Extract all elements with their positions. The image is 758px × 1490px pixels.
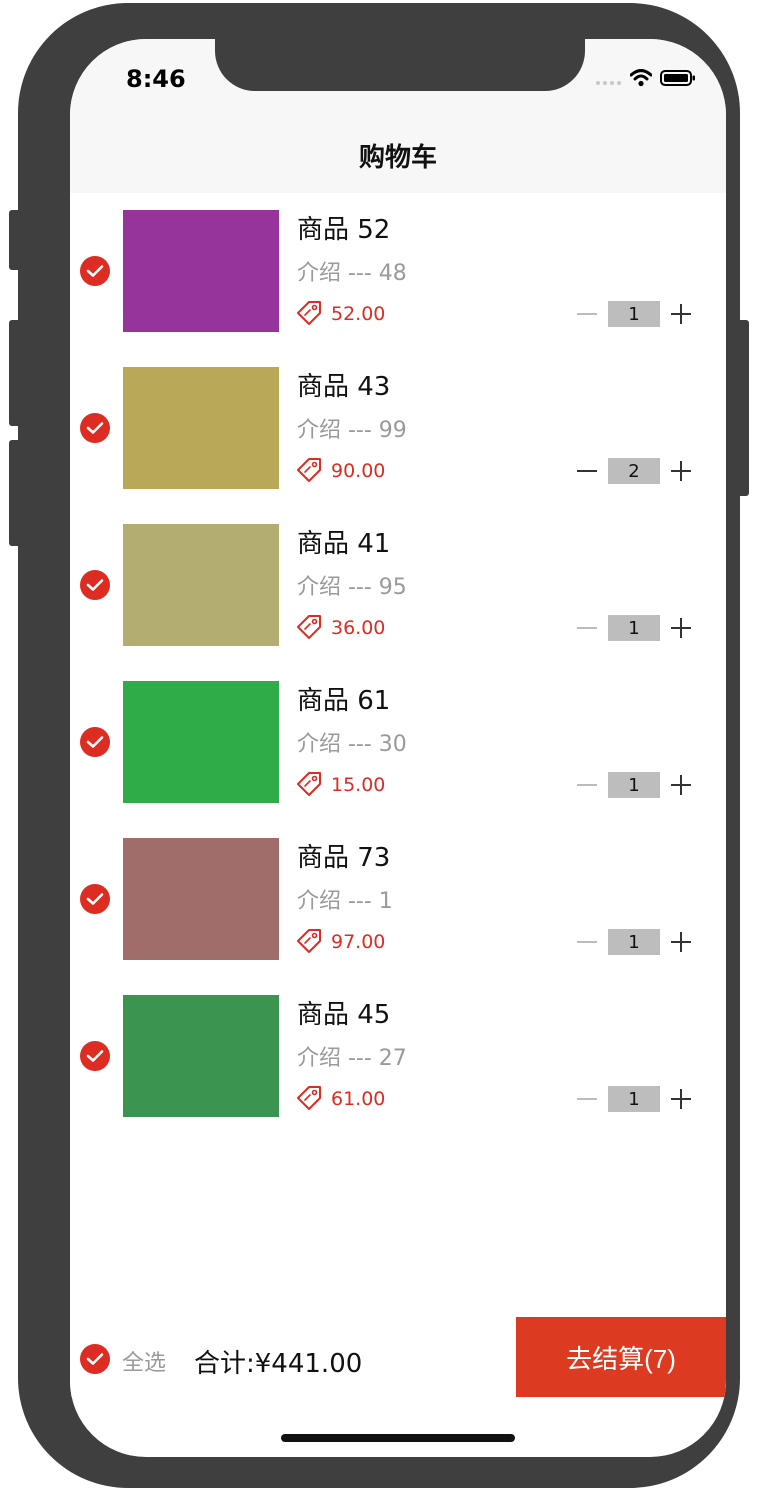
item-description: 介绍 --- 95 [297,575,407,600]
check-icon [86,893,104,905]
item-thumbnail[interactable] [123,995,279,1117]
item-thumbnail[interactable] [123,838,279,960]
check-icon [86,736,104,748]
minus-icon[interactable] [572,1086,602,1112]
quantity-stepper: 1 [572,301,696,327]
status-icons [596,69,696,91]
item-name: 商品 52 [297,215,391,245]
item-thumbnail[interactable] [123,210,279,332]
item-price: 90.00 [295,456,385,486]
quantity-value[interactable]: 1 [608,772,660,798]
check-icon [86,422,104,434]
item-checkbox[interactable] [80,727,110,757]
item-thumbnail[interactable] [123,681,279,803]
price-tag-icon [295,299,323,329]
select-all-checkbox[interactable] [80,1344,110,1374]
price-value: 52.00 [331,303,386,325]
quantity-value[interactable]: 1 [608,301,660,327]
item-name: 商品 41 [297,529,391,559]
cart-item: 商品 45 介绍 --- 27 61.00 1 [70,978,726,1135]
item-name: 商品 73 [297,843,391,873]
plus-icon[interactable] [666,772,696,798]
quantity-value[interactable]: 1 [608,929,660,955]
item-price: 97.00 [295,927,385,957]
quantity-stepper: 2 [572,458,696,484]
price-tag-icon [295,1084,323,1114]
check-icon [86,265,104,277]
bottom-bar: 全选 合计:¥441.00 去结算(7) [70,1317,726,1397]
battery-icon [660,69,696,91]
total-price: 合计:¥441.00 [194,1349,363,1379]
price-value: 97.00 [331,931,386,953]
item-checkbox[interactable] [80,413,110,443]
page-title: 购物车 [358,142,437,173]
item-name: 商品 45 [297,1000,391,1030]
minus-icon[interactable] [572,301,602,327]
item-description: 介绍 --- 48 [297,261,407,286]
notch [215,39,585,91]
wifi-icon [629,69,653,91]
check-icon [86,579,104,591]
item-name: 商品 61 [297,686,391,716]
cart-item: 商品 52 介绍 --- 48 52.00 1 [70,193,726,350]
phone-frame: 8:46 购物车 商品 52 介绍 --- 48 52.00 1 商品 43 介… [18,3,740,1488]
item-thumbnail[interactable] [123,524,279,646]
price-tag-icon [295,613,323,643]
price-value: 36.00 [331,617,386,639]
item-checkbox[interactable] [80,1041,110,1071]
checkout-button[interactable]: 去结算(7) [516,1317,726,1397]
item-checkbox[interactable] [80,570,110,600]
plus-icon[interactable] [666,458,696,484]
quantity-stepper: 1 [572,772,696,798]
price-tag-icon [295,770,323,800]
item-checkbox[interactable] [80,256,110,286]
item-price: 15.00 [295,770,385,800]
cart-list: 商品 52 介绍 --- 48 52.00 1 商品 43 介绍 --- 99 … [70,193,726,1135]
quantity-value[interactable]: 1 [608,1086,660,1112]
home-indicator [281,1434,515,1442]
select-all-label[interactable]: 全选 [122,1345,166,1377]
item-description: 介绍 --- 27 [297,1046,407,1071]
price-value: 15.00 [331,774,386,796]
signal-icon [596,71,622,90]
minus-icon[interactable] [572,929,602,955]
item-description: 介绍 --- 1 [297,889,393,914]
item-price: 52.00 [295,299,385,329]
status-time: 8:46 [126,65,186,93]
price-tag-icon [295,927,323,957]
item-checkbox[interactable] [80,884,110,914]
quantity-value[interactable]: 2 [608,458,660,484]
cart-item: 商品 43 介绍 --- 99 90.00 2 [70,350,726,507]
minus-icon[interactable] [572,458,602,484]
minus-icon[interactable] [572,772,602,798]
price-value: 61.00 [331,1088,386,1110]
price-tag-icon [295,456,323,486]
quantity-stepper: 1 [572,615,696,641]
price-value: 90.00 [331,460,386,482]
item-price: 36.00 [295,613,385,643]
item-thumbnail[interactable] [123,367,279,489]
item-description: 介绍 --- 30 [297,732,407,757]
check-icon [86,1353,104,1365]
plus-icon[interactable] [666,929,696,955]
item-description: 介绍 --- 99 [297,418,407,443]
screen: 8:46 购物车 商品 52 介绍 --- 48 52.00 1 商品 43 介… [70,39,726,1457]
cart-item: 商品 41 介绍 --- 95 36.00 1 [70,507,726,664]
cart-item: 商品 73 介绍 --- 1 97.00 1 [70,821,726,978]
item-price: 61.00 [295,1084,385,1114]
item-name: 商品 43 [297,372,391,402]
minus-icon[interactable] [572,615,602,641]
quantity-value[interactable]: 1 [608,615,660,641]
cart-item: 商品 61 介绍 --- 30 15.00 1 [70,664,726,821]
quantity-stepper: 1 [572,929,696,955]
quantity-stepper: 1 [572,1086,696,1112]
plus-icon[interactable] [666,301,696,327]
check-icon [86,1050,104,1062]
plus-icon[interactable] [666,615,696,641]
plus-icon[interactable] [666,1086,696,1112]
nav-bar: 购物车 [70,135,726,193]
